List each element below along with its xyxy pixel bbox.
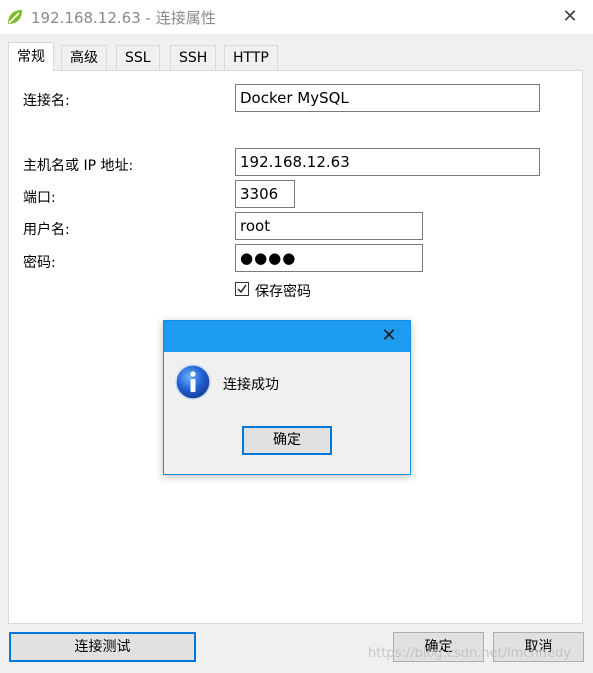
- save-password-checkbox[interactable]: [235, 282, 249, 296]
- window-titlebar: 192.168.12.63 - 连接属性 ✕: [0, 0, 593, 34]
- tab-http[interactable]: HTTP: [224, 45, 278, 70]
- checkmark-icon: [237, 284, 247, 294]
- dialog-ok-button[interactable]: 确定: [242, 426, 332, 455]
- navicat-leaf-icon: [8, 10, 22, 24]
- host-input[interactable]: 192.168.12.63: [235, 148, 540, 176]
- tab-general[interactable]: 常规: [8, 42, 54, 71]
- username-input[interactable]: root: [235, 212, 423, 240]
- dialog-message: 连接成功: [223, 377, 279, 393]
- port-input[interactable]: 3306: [235, 180, 295, 208]
- info-icon: [175, 364, 211, 400]
- connection-success-dialog: ✕ 连接成功 确定: [163, 320, 411, 475]
- password-label: 密码:: [23, 255, 56, 271]
- password-input[interactable]: ●●●●: [235, 244, 423, 272]
- host-label: 主机名或 IP 地址:: [23, 158, 134, 174]
- connection-name-input[interactable]: Docker MySQL: [235, 84, 540, 112]
- watermark-text: https://blog.csdn.net/lmchhedy: [368, 646, 571, 661]
- tab-ssh[interactable]: SSH: [170, 45, 217, 70]
- username-label: 用户名:: [23, 222, 70, 238]
- dialog-close-button[interactable]: ✕: [376, 323, 402, 349]
- tab-advanced[interactable]: 高级: [61, 45, 107, 70]
- save-password-label: 保存密码: [255, 284, 311, 300]
- port-label: 端口:: [23, 190, 56, 206]
- window-close-button[interactable]: ✕: [557, 4, 583, 30]
- window-title: 192.168.12.63 - 连接属性: [31, 9, 216, 27]
- dialog-titlebar: ✕: [164, 321, 410, 352]
- tab-ssl[interactable]: SSL: [116, 45, 160, 70]
- test-connection-button[interactable]: 连接测试: [9, 632, 196, 662]
- connection-name-label: 连接名:: [23, 93, 70, 109]
